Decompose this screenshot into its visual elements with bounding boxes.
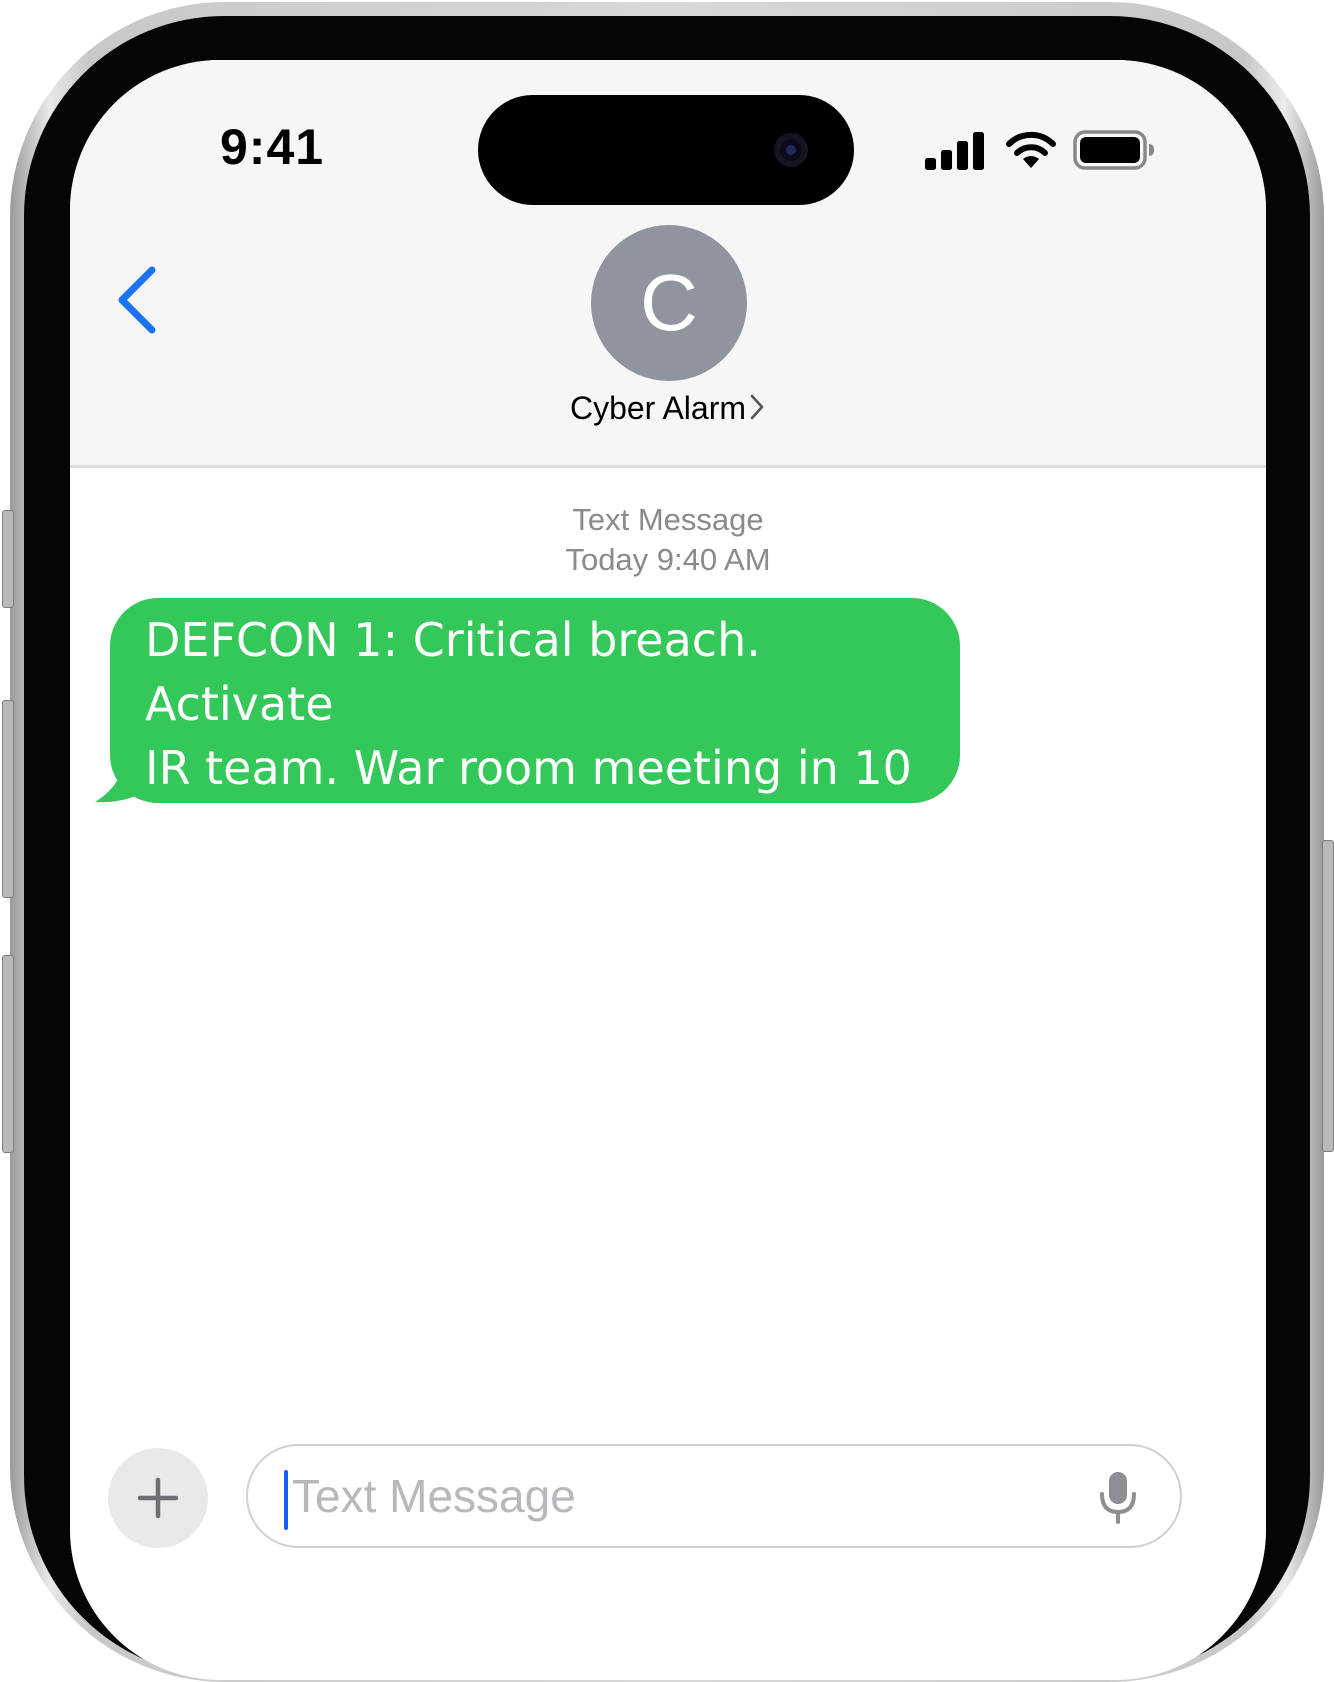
camera-lens-icon <box>774 133 808 167</box>
message-line: IR team. War room meeting in 10 <box>145 741 912 795</box>
action-button <box>2 510 14 608</box>
chevron-left-icon <box>118 266 156 334</box>
message-input[interactable] <box>292 1460 1052 1532</box>
message-line: DEFCON 1: Critical breach. Activate <box>145 613 761 731</box>
message-bubble-incoming[interactable]: DEFCON 1: Critical breach. Activate IR t… <box>95 598 975 859</box>
add-attachment-button[interactable] <box>108 1448 208 1548</box>
contact-name: Cyber Alarm <box>569 390 747 426</box>
text-caret <box>284 1470 288 1530</box>
contact-name-link[interactable]: Cyber Alarm <box>70 390 1266 430</box>
message-compose-field[interactable] <box>246 1444 1182 1548</box>
cellular-signal-icon <box>925 132 984 170</box>
power-button <box>1322 840 1334 1152</box>
phone-screen: 9:41 C Cyber Alarm Text Message Today 9:… <box>70 60 1266 1680</box>
message-meta: Text Message Today 9:40 AM <box>70 500 1266 580</box>
service-label: Text Message <box>572 502 764 537</box>
back-button[interactable] <box>106 260 166 340</box>
plus-icon <box>137 1477 179 1519</box>
wifi-icon <box>1006 131 1056 168</box>
dynamic-island <box>478 95 854 205</box>
conversation-header: 9:41 C Cyber Alarm <box>70 60 1266 468</box>
message-timestamp: Today 9:40 AM <box>565 542 771 577</box>
microphone-icon[interactable] <box>1098 1470 1138 1524</box>
status-time: 9:41 <box>220 119 325 175</box>
volume-down-button <box>2 955 14 1153</box>
message-line: minutes! <box>145 805 350 859</box>
volume-up-button <box>2 700 14 898</box>
battery-icon <box>1073 130 1154 170</box>
chevron-right-icon <box>748 392 766 430</box>
message-text: DEFCON 1: Critical breach. Activate IR t… <box>110 598 960 859</box>
contact-avatar[interactable]: C <box>591 225 747 381</box>
